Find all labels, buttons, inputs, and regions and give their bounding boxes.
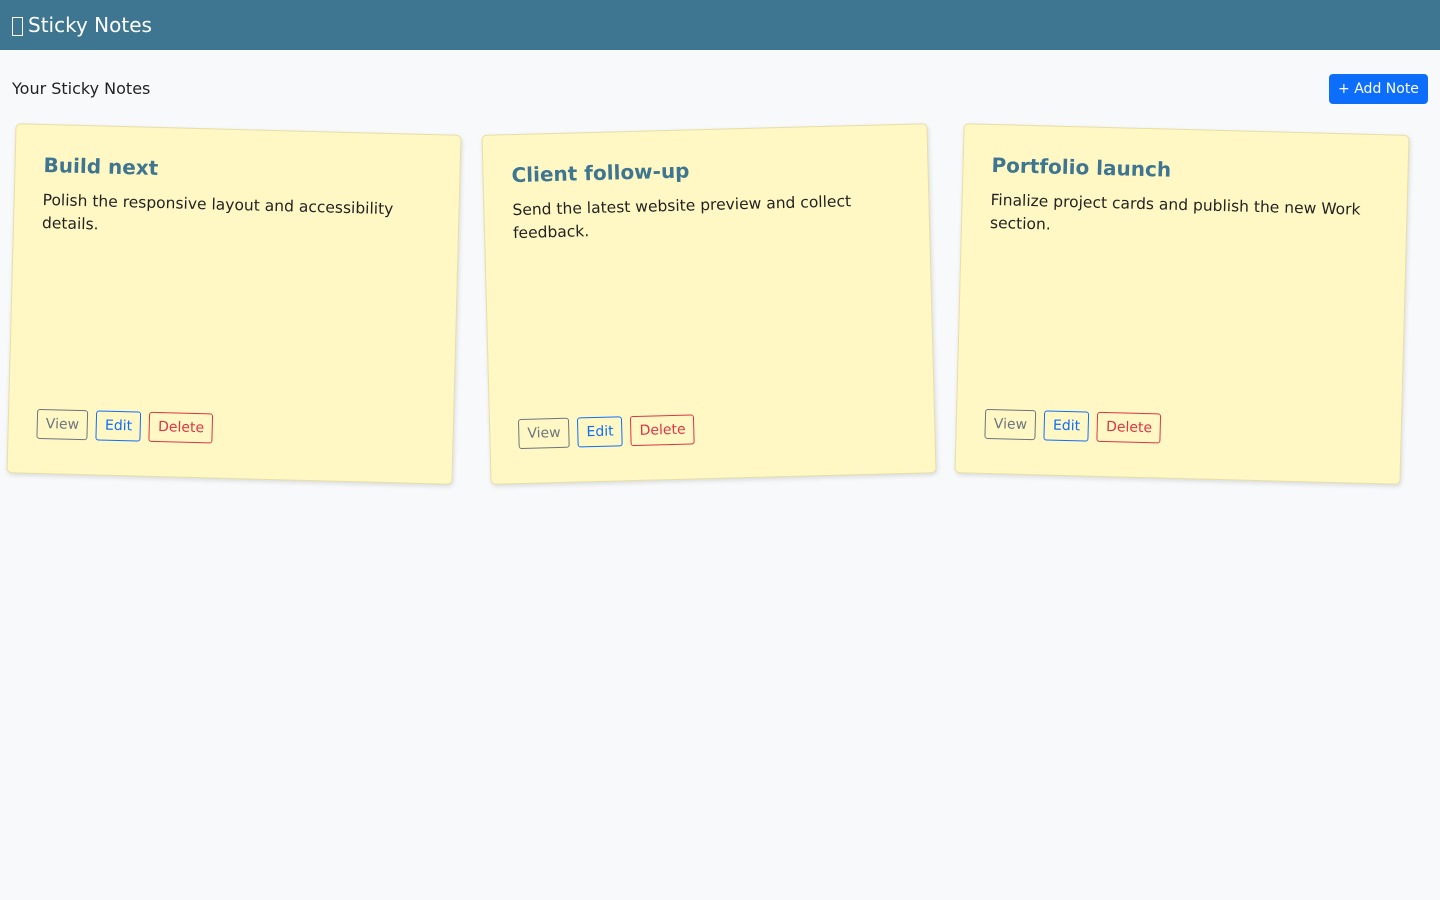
page-heading: Your Sticky Notes	[12, 79, 151, 98]
navbar: Sticky Notes	[0, 0, 1440, 50]
note-actions: View Edit Delete	[517, 414, 696, 450]
note-body: Send the latest website preview and coll…	[512, 192, 852, 243]
delete-note-button[interactable]: Delete	[1096, 411, 1162, 444]
edit-note-button[interactable]: Edit	[577, 416, 624, 448]
note-card: Client follow-up Send the latest website…	[481, 123, 937, 485]
view-note-button[interactable]: View	[36, 408, 89, 441]
note-card: Build next Polish the responsive layout …	[6, 123, 462, 485]
edit-note-button[interactable]: Edit	[95, 410, 142, 442]
delete-note-button[interactable]: Delete	[148, 411, 214, 444]
app-title: Sticky Notes	[28, 13, 152, 37]
note-body: Polish the responsive layout and accessi…	[41, 190, 394, 234]
view-note-button[interactable]: View	[984, 408, 1037, 441]
view-note-button[interactable]: View	[517, 417, 570, 450]
app-brand[interactable]: Sticky Notes	[12, 13, 152, 37]
note-card: Portfolio launch Finalize project cards …	[954, 123, 1410, 485]
note-body: Finalize project cards and publish the n…	[989, 190, 1361, 234]
note-title: Build next	[43, 152, 159, 180]
note-actions: View Edit Delete	[36, 408, 214, 444]
note-title: Portfolio launch	[991, 152, 1172, 182]
add-note-button[interactable]: + Add Note	[1329, 74, 1428, 104]
note-title: Client follow-up	[511, 158, 690, 188]
edit-note-button[interactable]: Edit	[1043, 410, 1090, 442]
delete-note-button[interactable]: Delete	[630, 414, 696, 447]
note-icon	[12, 16, 23, 36]
note-actions: View Edit Delete	[984, 408, 1162, 444]
